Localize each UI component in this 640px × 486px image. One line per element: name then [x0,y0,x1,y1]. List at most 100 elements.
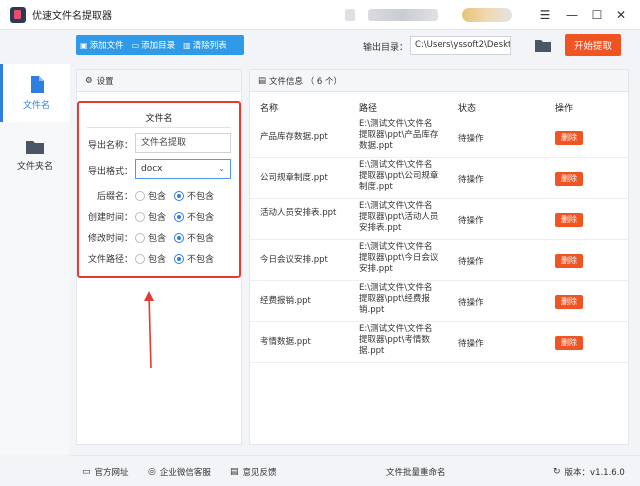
gear-icon: ⚙ [85,75,93,86]
include-radio[interactable] [135,211,145,222]
file-status: 待操作 [458,298,484,308]
sidebar: 文件名 文件夹名 [0,64,70,454]
delete-button[interactable]: 删除 [555,172,583,186]
exclude-radio[interactable] [174,232,185,243]
include-radio[interactable] [135,253,145,264]
website-link[interactable]: ▭ 官方网址 [82,466,129,478]
app-title: 优速文件名提取器 [32,11,112,22]
file-path: E:\测试文件\文件名提取器\ppt\公司规章制度.ppt [359,160,439,192]
start-extract-button[interactable]: 开始提取 [565,34,621,56]
file-name: 经费报销.ppt [260,296,311,306]
batch-rename-link[interactable]: 文件批量重命名 [386,466,446,478]
export-name-input[interactable]: 文件名提取 [135,133,231,153]
feedback-link[interactable]: ▤ 意见反馈 [230,466,277,478]
divider [87,127,231,128]
table-row: 今日会议安排.ppt E:\测试文件\文件名提取器\ppt\今日会议安排.ppt… [250,240,628,281]
include-radio[interactable] [135,190,145,201]
folder-icon[interactable] [534,37,552,53]
output-dir-input[interactable]: C:\Users\yssoft2\Deskt [410,36,511,55]
export-name-label: 导出名称： [87,141,133,151]
blurred-area [368,9,438,21]
version-info[interactable]: ↻ 版本：v1.1.6.0 [553,466,625,478]
app-logo-icon [10,6,26,23]
exclude-radio[interactable] [174,253,185,264]
delete-button[interactable]: 删除 [555,295,583,309]
feedback-icon: ▤ [230,467,239,477]
column-header-name: 名称 [260,104,279,114]
file-path: E:\测试文件\文件名提取器\ppt\考情数据.ppt [359,324,433,356]
annotation-arrow-icon [144,291,154,369]
add-file-button[interactable]: ▣ 添加文件 [76,35,128,55]
exclude-radio[interactable] [174,211,185,222]
table-row: 产品库存数据.ppt E:\测试文件\文件名提取器\ppt\产品库存数据.ppt… [250,117,628,158]
wechat-support-link[interactable]: ◎ 企业微信客服 [148,466,211,478]
minimize-icon[interactable]: — [563,6,581,24]
file-icon [30,75,44,93]
file-name: 今日会议安排.ppt [260,255,328,265]
sidebar-item-label: 文件夹名 [16,161,53,172]
blurred-area [462,8,512,22]
settings-header: ⚙ 设置 [77,70,241,92]
table-row: 经费报销.ppt E:\测试文件\文件名提取器\ppt\经费报销.ppt 待操作… [250,281,628,322]
add-file-icon: ▣ [80,40,88,50]
clear-list-button[interactable]: ▥ 清除列表 [179,35,231,55]
section-title: 文件名 [145,114,173,124]
file-name: 产品库存数据.ppt [260,132,328,142]
refresh-icon: ↻ [553,467,561,477]
file-status: 待操作 [458,175,484,185]
sidebar-item-filename[interactable]: 文件名 [0,64,70,122]
suffix-radio-group: 包含 不包含 [135,189,222,202]
menu-icon[interactable]: ☰ [536,6,554,24]
folder-icon [26,140,44,154]
file-status: 待操作 [458,257,484,267]
delete-button[interactable]: 删除 [555,336,583,350]
created-time-radio-group: 包含 不包含 [135,210,222,223]
chevron-down-icon: ⌄ [218,164,225,173]
table-row: 考情数据.ppt E:\测试文件\文件名提取器\ppt\考情数据.ppt 待操作… [250,322,628,363]
settings-panel: ⚙ 设置 文件名 导出名称： 文件名提取 导出格式： docx ⌄ 后缀名： 包… [76,69,242,445]
file-name: 考情数据.ppt [260,337,311,347]
output-dir-label: 输出目录： [363,43,409,53]
sidebar-item-foldername[interactable]: 文件夹名 [0,126,70,184]
option-label: 后缀名： [96,192,133,202]
highlight-box: 文件名 导出名称： 文件名提取 导出格式： docx ⌄ 后缀名： 包含 不包含… [77,101,241,278]
include-radio[interactable] [135,232,145,243]
file-list-panel: ▤ 文件信息 （ 6 个） 名称 路径 状态 操作 产品库存数据.ppt E:\… [249,69,629,445]
file-path: E:\测试文件\文件名提取器\ppt\活动人员安排表.ppt [359,201,439,233]
option-label: 文件路径： [87,255,133,265]
exclude-radio[interactable] [174,190,185,201]
column-header-status: 状态 [458,104,477,114]
add-folder-icon: ▭ [131,40,140,50]
file-list-header: ▤ 文件信息 （ 6 个） [250,70,628,92]
option-label: 修改时间： [87,234,133,244]
close-icon[interactable]: ✕ [612,6,630,24]
maximize-icon[interactable]: ☐ [588,6,606,24]
file-info-icon: ▤ [258,75,267,86]
file-name: 公司规章制度.ppt [260,173,328,183]
blurred-area [345,9,355,21]
file-status: 待操作 [458,339,484,349]
delete-button[interactable]: 删除 [555,213,583,227]
modified-time-radio-group: 包含 不包含 [135,231,222,244]
file-path: E:\测试文件\文件名提取器\ppt\经费报销.ppt [359,283,433,315]
file-name: 活动人员安排表.ppt [260,208,337,218]
option-label: 创建时间： [87,213,133,223]
sidebar-item-label: 文件名 [22,100,50,111]
monitor-icon: ▭ [82,467,91,477]
export-format-label: 导出格式： [87,167,133,177]
column-header-action: 操作 [555,104,574,114]
toolbar: ▣ 添加文件 ▭ 添加目录 ▥ 清除列表 [76,35,244,55]
file-status: 待操作 [458,134,484,144]
file-path-radio-group: 包含 不包含 [135,252,222,265]
footer: ▭ 官方网址 ◎ 企业微信客服 ▤ 意见反馈 文件批量重命名 ↻ 版本：v1.1.6.0 [70,455,640,486]
delete-button[interactable]: 删除 [555,131,583,145]
export-format-select[interactable]: docx ⌄ [135,159,231,179]
trash-icon: ▥ [183,40,191,50]
add-dir-button[interactable]: ▭ 添加目录 [128,35,180,55]
file-path: E:\测试文件\文件名提取器\ppt\今日会议安排.ppt [359,242,439,274]
title-bar: 优速文件名提取器 ☰ — ☐ ✕ [0,0,640,30]
table-row: 公司规章制度.ppt E:\测试文件\文件名提取器\ppt\公司规章制度.ppt… [250,158,628,199]
delete-button[interactable]: 删除 [555,254,583,268]
table-row: 活动人员安排表.ppt E:\测试文件\文件名提取器\ppt\活动人员安排表.p… [250,199,628,240]
chat-icon: ◎ [148,467,156,477]
